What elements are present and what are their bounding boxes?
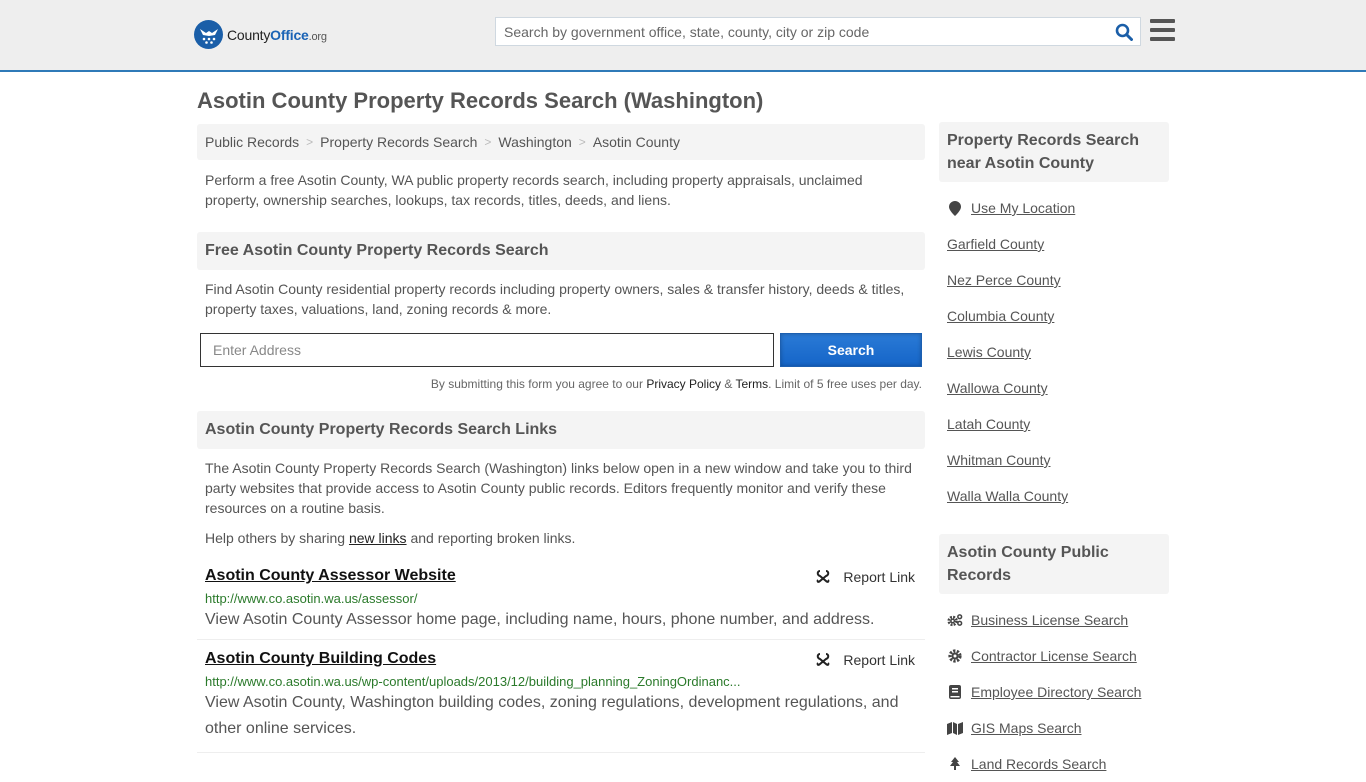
disclaimer-suffix: . Limit of 5 free uses per day. (768, 377, 922, 391)
link-item: Asotin County Assessor Website Report Li… (197, 557, 925, 640)
nearby-county-link[interactable]: Lewis County (947, 344, 1031, 360)
breadcrumb: Public Records > Property Records Search… (197, 124, 925, 160)
nearby-county-link[interactable]: Columbia County (947, 308, 1054, 324)
help-text: Help others by sharing new links and rep… (197, 528, 925, 548)
nearby-item: Nez Perce County (947, 262, 1161, 298)
breadcrumb-asotin-county[interactable]: Asotin County (593, 134, 680, 150)
public-records-item: Land Records Search (947, 746, 1161, 782)
report-link-label: Report Link (843, 569, 915, 585)
cogs-icon (947, 613, 963, 627)
nearby-county-link[interactable]: Walla Walla County (947, 488, 1068, 504)
menu-hamburger-icon[interactable] (1150, 19, 1175, 41)
breadcrumb-washington[interactable]: Washington (498, 134, 571, 150)
public-records-item: Business License Search (947, 602, 1161, 638)
public-records-link[interactable]: GIS Maps Search (971, 720, 1082, 736)
broken-link-icon (817, 570, 830, 583)
gear-icon (947, 649, 963, 663)
public-records-link[interactable]: Employee Directory Search (971, 684, 1141, 700)
nearby-item: Wallowa County (947, 370, 1161, 406)
search-icon[interactable] (1108, 18, 1140, 45)
disclaimer-prefix: By submitting this form you agree to our (430, 377, 647, 391)
address-search-form: Search (197, 333, 925, 367)
new-links-link[interactable]: new links (349, 530, 407, 546)
link-description: View Asotin County Assessor home page, i… (205, 611, 875, 628)
nearby-item: Latah County (947, 406, 1161, 442)
logo-brand-prefix: County (227, 26, 271, 43)
breadcrumb-separator-icon: > (484, 135, 492, 149)
link-title[interactable]: Asotin County Assessor Website (205, 567, 456, 585)
logo-brand-suffix: .org (308, 30, 327, 43)
help-suffix: and reporting broken links. (406, 530, 576, 546)
address-search-button[interactable]: Search (780, 333, 922, 367)
nearby-heading: Property Records Search near Asotin Coun… (939, 122, 1169, 182)
public-records-list: Business License Search Contractor Licen… (939, 594, 1169, 782)
nearby-item: Walla Walla County (947, 478, 1161, 514)
public-records-link[interactable]: Business License Search (971, 612, 1128, 628)
report-link-button[interactable]: Report Link (815, 652, 915, 668)
report-link-label: Report Link (843, 652, 915, 668)
nearby-county-link[interactable]: Wallowa County (947, 380, 1048, 396)
link-url: http://www.co.asotin.wa.us/assessor/ (205, 591, 418, 606)
nearby-county-link[interactable]: Whitman County (947, 452, 1050, 468)
link-description: View Asotin County, Washington building … (205, 694, 899, 737)
help-prefix: Help others by sharing (205, 530, 349, 546)
free-search-heading: Free Asotin County Property Records Sear… (197, 232, 925, 270)
breadcrumb-public-records[interactable]: Public Records (205, 134, 299, 150)
nearby-county-link[interactable]: Latah County (947, 416, 1030, 432)
breadcrumb-separator-icon: > (306, 135, 314, 149)
top-header: CountyOffice.org (0, 0, 1366, 72)
form-disclaimer: By submitting this form you agree to our… (197, 377, 925, 391)
nearby-item-use-location: Use My Location (947, 190, 1161, 226)
terms-link[interactable]: Terms (735, 377, 768, 391)
use-my-location-link[interactable]: Use My Location (971, 200, 1075, 216)
public-records-heading: Asotin County Public Records (939, 534, 1169, 594)
public-records-item: Contractor License Search (947, 638, 1161, 674)
main-content: Public Records > Property Records Search… (197, 124, 925, 753)
logo-brand-main: Office (270, 26, 309, 43)
breadcrumb-separator-icon: > (578, 135, 586, 149)
public-records-item: Employee Directory Search (947, 674, 1161, 710)
report-link-button[interactable]: Report Link (815, 569, 915, 585)
nearby-item: Columbia County (947, 298, 1161, 334)
public-records-item: GIS Maps Search (947, 710, 1161, 746)
logo-text: CountyOffice.org (227, 27, 327, 43)
tree-icon (947, 757, 963, 771)
nearby-county-link[interactable]: Garfield County (947, 236, 1044, 252)
intro-text: Perform a free Asotin County, WA public … (205, 172, 863, 208)
privacy-policy-link[interactable]: Privacy Policy (646, 377, 721, 391)
sidebar: Property Records Search near Asotin Coun… (939, 122, 1169, 782)
links-section-heading: Asotin County Property Records Search Li… (197, 411, 925, 449)
nearby-item: Whitman County (947, 442, 1161, 478)
site-search-box (495, 17, 1141, 46)
broken-link-icon (817, 653, 830, 666)
link-title[interactable]: Asotin County Building Codes (205, 650, 436, 668)
free-search-description: Find Asotin County residential property … (205, 281, 905, 317)
page-title: Asotin County Property Records Search (W… (197, 88, 764, 113)
map-icon (947, 721, 963, 735)
public-records-link[interactable]: Contractor License Search (971, 648, 1137, 664)
logo-eagle-icon (194, 20, 223, 49)
link-item: Asotin County Building Codes Report Link… (197, 640, 925, 753)
nearby-item: Garfield County (947, 226, 1161, 262)
address-input[interactable] (200, 333, 774, 367)
disclaimer-amp: & (721, 377, 736, 391)
links-section-description: The Asotin County Property Records Searc… (205, 460, 912, 516)
nearby-item: Lewis County (947, 334, 1161, 370)
site-logo[interactable]: CountyOffice.org (194, 20, 327, 49)
breadcrumb-property-records-search[interactable]: Property Records Search (320, 134, 477, 150)
nearby-county-link[interactable]: Nez Perce County (947, 272, 1061, 288)
nearby-list: Use My Location Garfield County Nez Perc… (939, 182, 1169, 514)
site-search-input[interactable] (496, 18, 1108, 45)
book-icon (947, 685, 963, 699)
map-marker-icon (947, 200, 963, 216)
link-url: http://www.co.asotin.wa.us/wp-content/up… (205, 674, 741, 689)
public-records-link[interactable]: Land Records Search (971, 756, 1106, 772)
